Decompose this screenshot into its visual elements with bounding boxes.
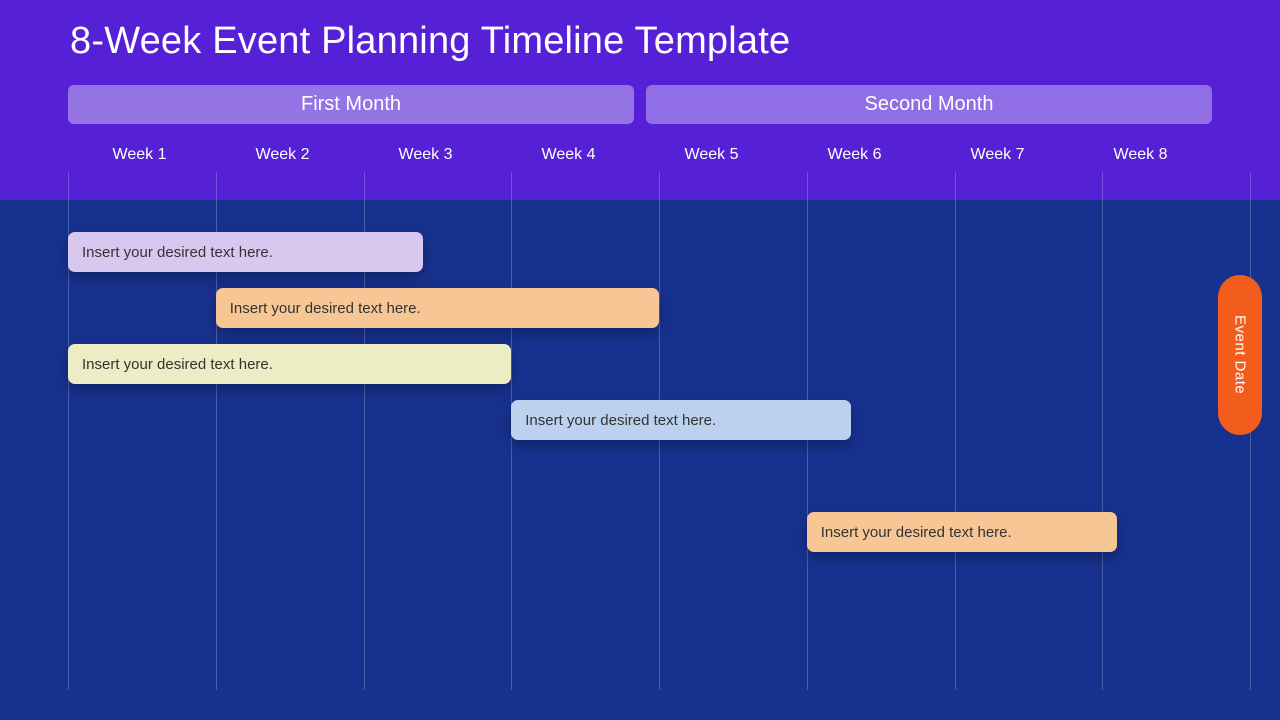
- gantt-area: Insert your desired text here.Insert you…: [68, 200, 1250, 690]
- week-label: Week 1: [68, 146, 211, 164]
- week-row: Week 1 Week 2 Week 3 Week 4 Week 5 Week …: [0, 146, 1280, 164]
- month-second: Second Month: [646, 85, 1212, 124]
- event-date-label: Event Date: [1232, 315, 1249, 394]
- week-label: Week 6: [783, 146, 926, 164]
- month-row: First Month Second Month: [0, 63, 1280, 124]
- event-date-pill: Event Date: [1218, 275, 1262, 435]
- week-label: Week 8: [1069, 146, 1212, 164]
- week-label: Week 3: [354, 146, 497, 164]
- week-label: Week 4: [497, 146, 640, 164]
- task-5: Insert your desired text here.: [807, 512, 1117, 552]
- week-label: Week 7: [926, 146, 1069, 164]
- week-label: Week 5: [640, 146, 783, 164]
- page-title: 8-Week Event Planning Timeline Template: [0, 20, 1280, 63]
- header: 8-Week Event Planning Timeline Template …: [0, 0, 1280, 200]
- task-1: Insert your desired text here.: [68, 232, 423, 272]
- task-3: Insert your desired text here.: [68, 344, 511, 384]
- task-2: Insert your desired text here.: [216, 288, 659, 328]
- week-label: Week 2: [211, 146, 354, 164]
- task-4: Insert your desired text here.: [511, 400, 851, 440]
- month-first: First Month: [68, 85, 634, 124]
